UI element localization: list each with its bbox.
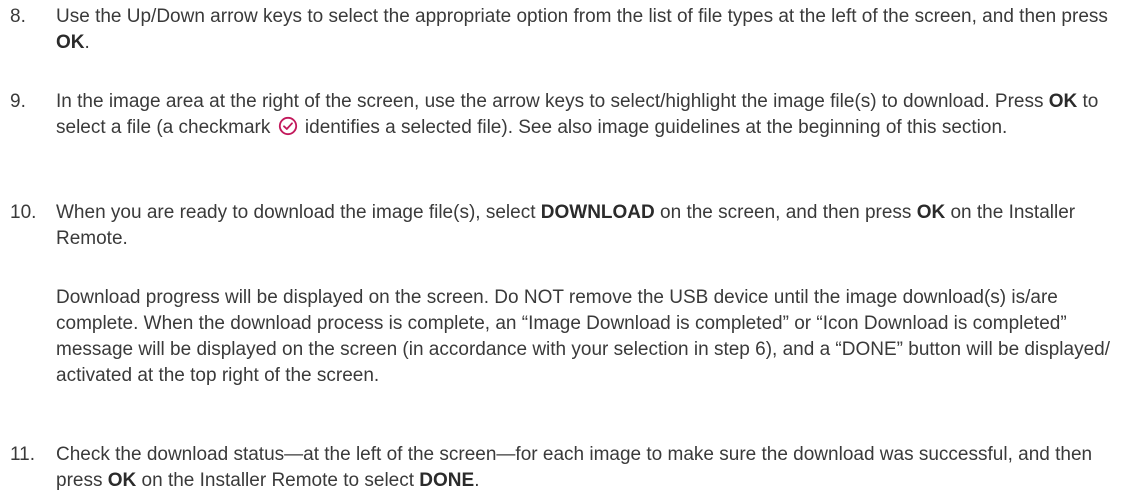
bold-term: DONE <box>419 470 475 491</box>
text-run: identifies a selected file). See also im… <box>299 117 1008 138</box>
text-run: When you are ready to download the image… <box>56 202 541 223</box>
text-run: . <box>84 32 90 53</box>
step-number: 9. <box>10 91 26 112</box>
bold-term: DOWNLOAD <box>540 202 655 223</box>
paragraph: Download progress will be displayed on t… <box>56 287 1110 386</box>
text-run: on the screen, and then press <box>654 202 917 223</box>
document-page: 8. Use the Up/Down arrow keys to select … <box>0 0 1132 497</box>
bold-term: OK <box>916 202 946 223</box>
step-number: 8. <box>10 6 26 27</box>
text-run: In the image area at the right of the sc… <box>56 91 1049 112</box>
checkmark-circle-icon <box>278 116 298 136</box>
step-text: Use the Up/Down arrow keys to select the… <box>56 4 1122 56</box>
step-text: Check the download status—at the left of… <box>56 442 1122 494</box>
bold-term: OK <box>107 470 137 491</box>
step-text: In the image area at the right of the sc… <box>56 89 1122 141</box>
bold-term: OK <box>1048 91 1078 112</box>
step-text: When you are ready to download the image… <box>56 200 1122 252</box>
step-number: 11. <box>10 444 36 465</box>
text-run: . <box>474 470 480 491</box>
step-text: Download progress will be displayed on t… <box>56 285 1122 389</box>
text-run: on the Installer Remote to select <box>136 470 420 491</box>
step-number: 10. <box>10 202 37 223</box>
text-run: Use the Up/Down arrow keys to select the… <box>56 6 1108 27</box>
bold-term: OK <box>56 32 85 53</box>
